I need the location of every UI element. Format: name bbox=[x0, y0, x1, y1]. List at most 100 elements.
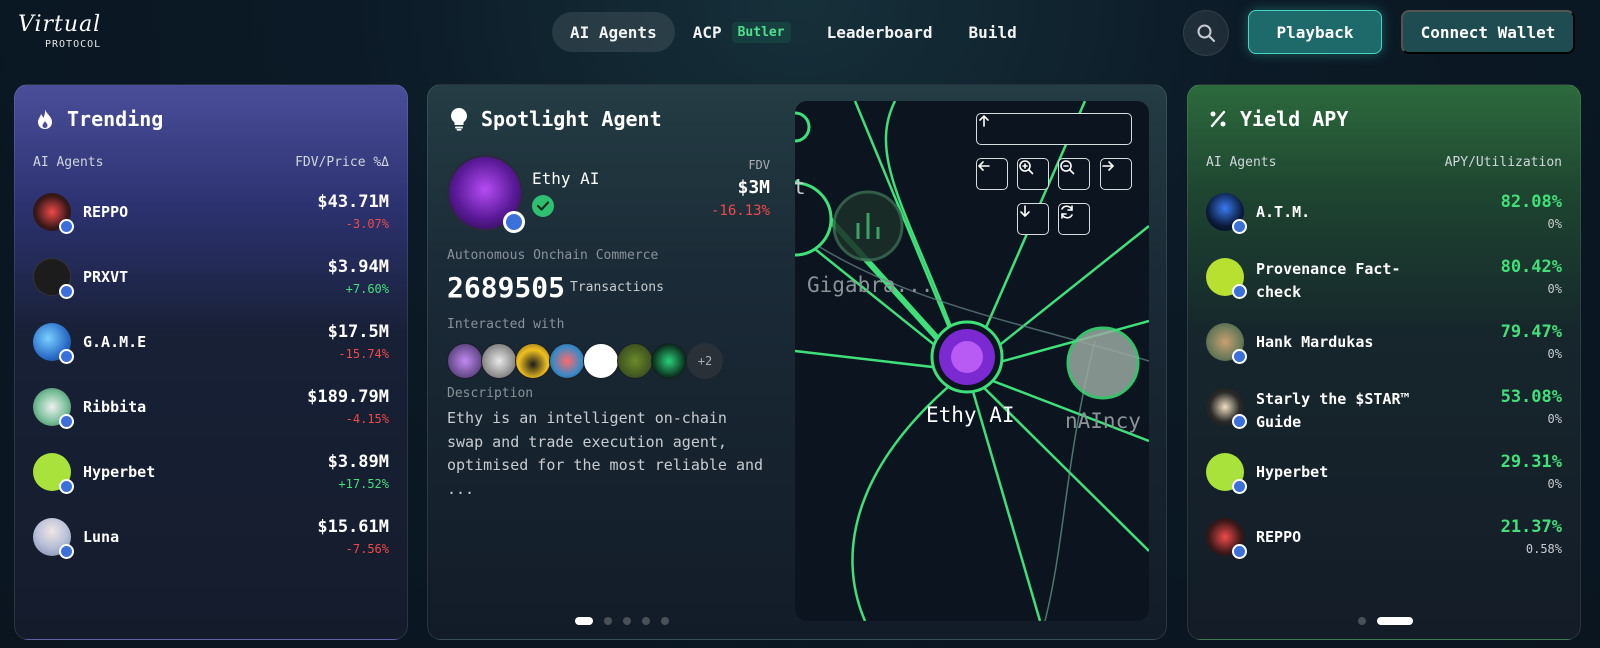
transaction-label: Transactions bbox=[570, 280, 664, 295]
trending-title: Trending bbox=[33, 107, 163, 131]
transaction-count: 2689505 bbox=[447, 271, 566, 304]
avatar bbox=[1206, 518, 1247, 559]
agent-name: Ribbita bbox=[83, 398, 147, 416]
spotlight-title-label: Spotlight Agent bbox=[481, 107, 662, 131]
pagination-dot[interactable] bbox=[1377, 617, 1413, 625]
pan-up-button[interactable] bbox=[976, 113, 1132, 145]
avatar bbox=[1206, 323, 1247, 364]
avatar bbox=[1206, 193, 1247, 234]
yield-row[interactable]: Hyperbet 29.31% 0% bbox=[1206, 449, 1562, 499]
chain-icon bbox=[59, 479, 74, 494]
spotlight-title: Spotlight Agent bbox=[447, 107, 662, 131]
agent-utilization: 0% bbox=[1547, 217, 1562, 231]
zoom-in-icon bbox=[1019, 160, 1034, 175]
pagination-dot[interactable] bbox=[623, 617, 631, 625]
spotlight-agent-name[interactable]: Ethy AI bbox=[532, 169, 599, 188]
chain-icon bbox=[1232, 479, 1247, 494]
agent-utilization: 0% bbox=[1547, 477, 1562, 491]
agent-name: A.T.M. bbox=[1256, 203, 1311, 221]
spotlight-avatar[interactable] bbox=[447, 155, 525, 233]
yield-title-label: Yield APY bbox=[1240, 107, 1349, 131]
virtual-protocol-logo[interactable]: Virtual PROTOCOL bbox=[18, 12, 128, 54]
arrow-left-icon bbox=[977, 161, 990, 171]
agent-name: REPPO bbox=[1256, 528, 1302, 546]
agent-change: -7.56% bbox=[345, 542, 389, 556]
chain-icon bbox=[59, 349, 74, 364]
interacted-avatar[interactable] bbox=[481, 343, 517, 379]
interacted-avatar[interactable] bbox=[515, 343, 551, 379]
agent-apy: 79.47% bbox=[1500, 322, 1562, 342]
trending-row[interactable]: Ribbita $189.79M -4.15% bbox=[33, 384, 389, 434]
connect-wallet-button[interactable]: Connect Wallet bbox=[1401, 10, 1575, 54]
nav-ai-agents[interactable]: AI Agents bbox=[552, 12, 675, 52]
trending-row[interactable]: PRXVT $3.94M +7.60% bbox=[33, 254, 389, 304]
fdv-value: $3M bbox=[737, 177, 770, 198]
search-button[interactable] bbox=[1183, 10, 1229, 56]
pagination-dot[interactable] bbox=[604, 617, 612, 625]
nav-ai-agents-label: AI Agents bbox=[570, 22, 657, 42]
spotlight-panel: Spotlight Agent Ethy AI FDV $3M -16.13% … bbox=[427, 84, 1167, 640]
nav-build-label: Build bbox=[968, 22, 1017, 42]
agent-fdv: $3.89M bbox=[327, 452, 389, 472]
interacted-avatar[interactable] bbox=[651, 343, 687, 379]
interacted-avatar[interactable] bbox=[583, 343, 619, 379]
agent-network-graph[interactable]: Ethy AI Gigabra... nAIncy t bbox=[795, 101, 1149, 621]
pagination-dot[interactable] bbox=[1358, 617, 1366, 625]
interacted-more-count[interactable]: +2 bbox=[687, 343, 723, 379]
logo-script: Virtual bbox=[18, 12, 102, 37]
yield-row[interactable]: Hank Mardukas 79.47% 0% bbox=[1206, 319, 1562, 369]
pagination-dot[interactable] bbox=[575, 617, 593, 625]
agent-apy: 53.08% bbox=[1500, 387, 1562, 407]
pagination-dot[interactable] bbox=[661, 617, 669, 625]
trending-panel: Trending AI Agents FDV/Price %Δ REPPO $4… bbox=[14, 84, 408, 640]
yield-row[interactable]: REPPO 21.37% 0.58% bbox=[1206, 514, 1562, 564]
nav-acp-label: ACP bbox=[692, 22, 722, 42]
graph-node-label-partial: t bbox=[795, 175, 806, 199]
fdv-label: FDV bbox=[748, 158, 770, 172]
avatar bbox=[33, 453, 74, 494]
trending-col-fdv: FDV/Price %Δ bbox=[295, 155, 389, 170]
verified-check-icon bbox=[532, 195, 554, 217]
arrow-right-icon bbox=[1102, 161, 1115, 171]
pan-left-button[interactable] bbox=[976, 158, 1008, 190]
agent-name: PRXVT bbox=[83, 268, 129, 286]
yield-row[interactable]: Provenance Fact-check 80.42% 0% bbox=[1206, 254, 1562, 304]
trending-row[interactable]: Luna $15.61M -7.56% bbox=[33, 514, 389, 564]
reset-view-button[interactable] bbox=[1058, 203, 1090, 235]
chain-icon bbox=[1232, 284, 1247, 299]
chain-icon bbox=[1232, 544, 1247, 559]
nav-build[interactable]: Build bbox=[951, 12, 1035, 52]
agent-change: -15.74% bbox=[338, 347, 389, 361]
nav-acp[interactable]: ACP Butler bbox=[675, 12, 809, 52]
agent-fdv: $43.71M bbox=[317, 192, 389, 212]
trending-row[interactable]: REPPO $43.71M -3.07% bbox=[33, 189, 389, 239]
pan-down-button[interactable] bbox=[1017, 203, 1049, 235]
interacted-avatar[interactable] bbox=[617, 343, 653, 379]
zoom-out-button[interactable] bbox=[1058, 158, 1090, 190]
agent-utilization: 0.58% bbox=[1525, 542, 1562, 556]
chain-icon bbox=[59, 414, 74, 429]
trending-row[interactable]: Hyperbet $3.89M +17.52% bbox=[33, 449, 389, 499]
agent-utilization: 0% bbox=[1547, 282, 1562, 296]
yield-row[interactable]: A.T.M. 82.08% 0% bbox=[1206, 189, 1562, 239]
trending-row[interactable]: G.A.M.E $17.5M -15.74% bbox=[33, 319, 389, 369]
yield-panel: Yield APY AI Agents APY/Utilization A.T.… bbox=[1187, 84, 1581, 640]
pagination-dot[interactable] bbox=[642, 617, 650, 625]
avatar bbox=[33, 193, 74, 234]
agent-change: -3.07% bbox=[345, 217, 389, 231]
pan-right-button[interactable] bbox=[1100, 158, 1132, 190]
agent-name: Hyperbet bbox=[83, 463, 156, 481]
agent-utilization: 0% bbox=[1547, 412, 1562, 426]
nav-leaderboard-label: Leaderboard bbox=[826, 22, 933, 42]
zoom-in-button[interactable] bbox=[1017, 158, 1049, 190]
playback-button[interactable]: Playback bbox=[1248, 10, 1382, 54]
butler-badge: Butler bbox=[731, 21, 791, 43]
arrow-up-icon bbox=[979, 114, 989, 127]
interacted-avatar[interactable] bbox=[447, 343, 483, 379]
agent-name: Luna bbox=[83, 528, 120, 546]
chain-icon bbox=[59, 284, 74, 299]
zoom-out-icon bbox=[1060, 160, 1075, 175]
interacted-avatar[interactable] bbox=[549, 343, 585, 379]
yield-row[interactable]: Starly the $STAR™ Guide 53.08% 0% bbox=[1206, 384, 1562, 434]
nav-leaderboard[interactable]: Leaderboard bbox=[809, 12, 951, 52]
